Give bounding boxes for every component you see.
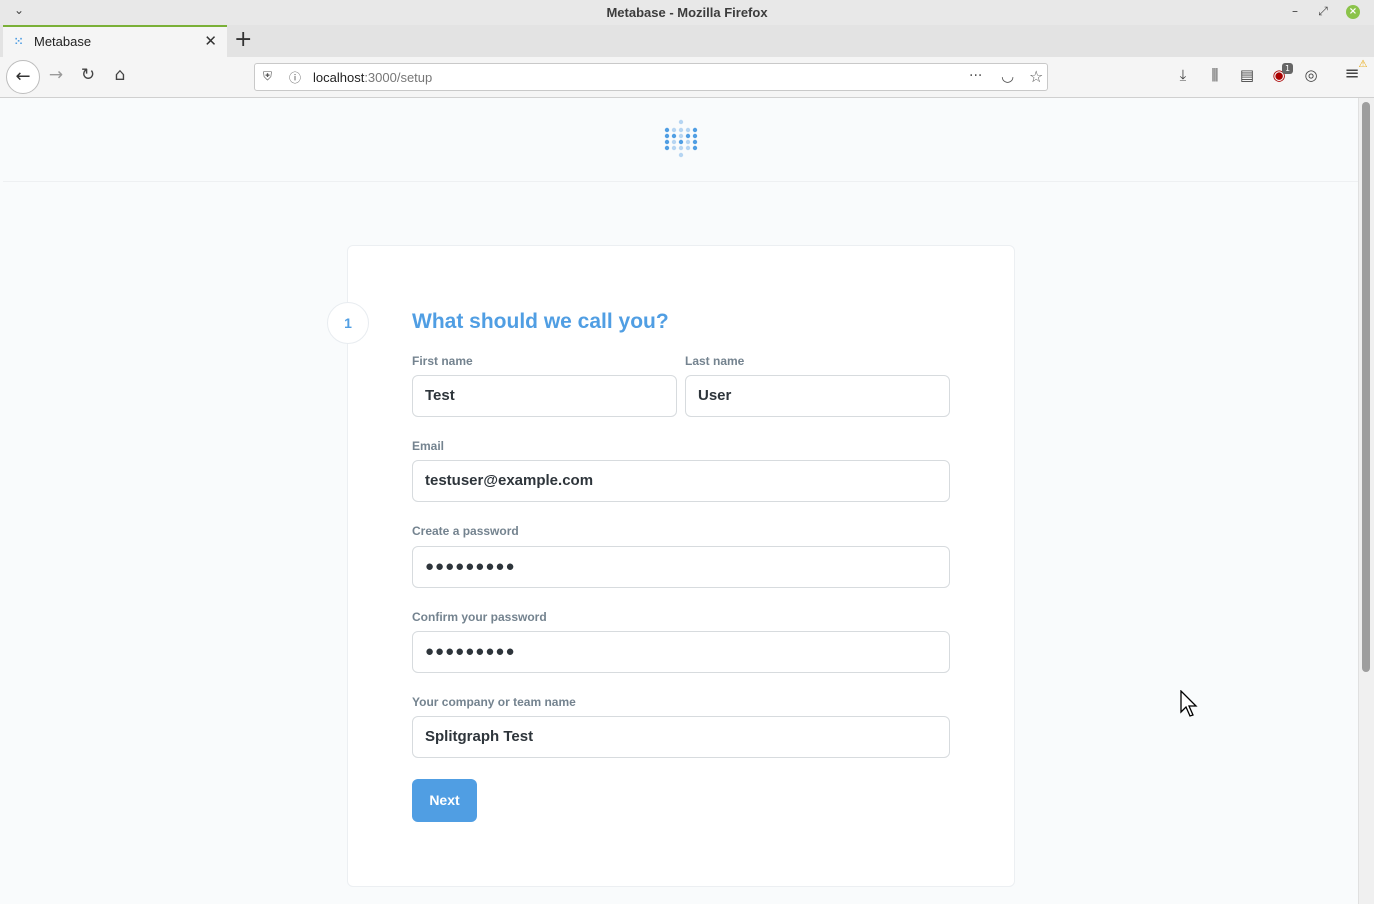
step-heading: What should we call you? — [412, 310, 669, 333]
window-titlebar: ⌄ Metabase - Mozilla Firefox – ⤢ × — [0, 0, 1374, 26]
company-input[interactable]: Splitgraph Test — [412, 716, 950, 758]
window-title: Metabase - Mozilla Firefox — [606, 5, 768, 20]
password-label: Create a password — [412, 524, 519, 538]
pocket-icon[interactable]: ◡ — [1001, 67, 1014, 85]
home-button[interactable]: ⌂ — [109, 65, 131, 85]
confirm-password-label: Confirm your password — [412, 610, 547, 624]
close-window-icon[interactable]: × — [1346, 5, 1360, 19]
page-content: 1 What should we call you? First name Te… — [3, 98, 1358, 904]
last-name-label: Last name — [685, 354, 745, 368]
bookmark-star-icon[interactable]: ☆ — [1029, 67, 1043, 86]
password-input[interactable]: ●●●●●●●●● — [412, 546, 950, 588]
last-name-input[interactable]: User — [685, 375, 950, 417]
page-actions-icon[interactable]: ··· — [969, 68, 982, 84]
email-input[interactable]: testuser@example.com — [412, 460, 950, 502]
page-header — [3, 98, 1358, 182]
first-name-label: First name — [412, 354, 473, 368]
back-button[interactable]: ← — [6, 60, 40, 94]
next-button[interactable]: Next — [412, 779, 477, 822]
scrollbar-thumb[interactable] — [1362, 102, 1370, 672]
url-bar[interactable]: ⛨ ⓘ localhost:3000/setup ··· ◡ ☆ — [254, 63, 1048, 91]
account-icon[interactable]: ◎ — [1300, 66, 1322, 84]
forward-button[interactable]: → — [45, 65, 67, 85]
tab-title: Metabase — [34, 34, 92, 49]
ublock-badge: 1 — [1282, 63, 1294, 74]
page-scrollbar[interactable] — [1358, 98, 1374, 904]
maximize-icon[interactable]: ⤢ — [1315, 4, 1331, 19]
url-text[interactable]: localhost:3000/setup — [313, 70, 432, 85]
mouse-cursor-icon — [1180, 690, 1198, 717]
sidebar-icon[interactable]: ▤ — [1236, 66, 1258, 84]
library-icon[interactable]: ⫼ — [1204, 66, 1226, 84]
step-number-badge: 1 — [327, 302, 369, 344]
tab-metabase[interactable]: ⁙ Metabase ✕ — [3, 25, 227, 57]
url-path: :3000/setup — [364, 70, 433, 85]
new-tab-button[interactable]: + — [234, 27, 252, 53]
url-host: localhost — [313, 70, 365, 85]
tab-close-icon[interactable]: ✕ — [204, 32, 217, 50]
downloads-icon[interactable]: ⤓ — [1172, 66, 1194, 84]
site-info-icon[interactable]: ⓘ — [289, 69, 301, 86]
company-label: Your company or team name — [412, 695, 576, 709]
first-name-input[interactable]: Test — [412, 375, 677, 417]
navigation-bar: ← → ↻ ⌂ ⛨ ⓘ localhost:3000/setup ··· ◡ ☆… — [0, 57, 1374, 98]
metabase-logo-icon — [664, 119, 698, 158]
metabase-favicon-icon: ⁙ — [14, 35, 24, 48]
reload-button[interactable]: ↻ — [77, 65, 99, 85]
minimize-icon[interactable]: – — [1287, 4, 1303, 18]
email-label: Email — [412, 439, 445, 453]
tab-strip: ⁙ Metabase ✕ + — [0, 25, 1374, 57]
tracking-shield-icon[interactable]: ⛨ — [263, 69, 272, 84]
warning-icon: ⚠ — [1358, 59, 1368, 70]
confirm-password-input[interactable]: ●●●●●●●●● — [412, 631, 950, 673]
